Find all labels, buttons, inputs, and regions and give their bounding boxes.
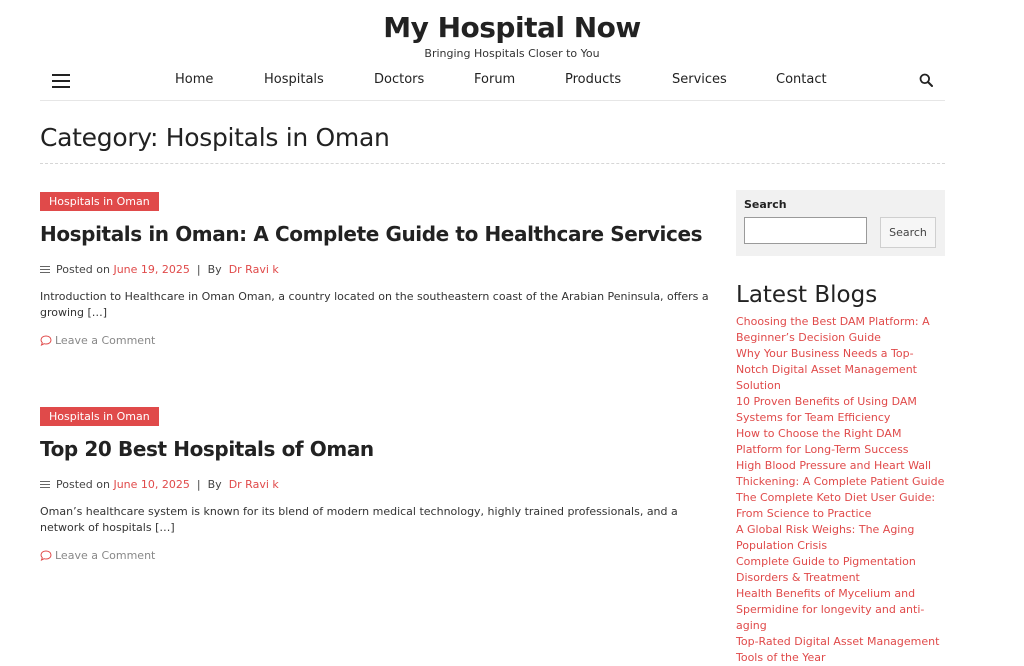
list-item: Choosing the Best DAM Platform: A Beginn… [736, 314, 945, 346]
hamburger-menu-icon[interactable] [52, 74, 70, 88]
leave-comment-link[interactable]: Leave a Comment [40, 549, 720, 562]
meta-separator: | [196, 478, 201, 491]
speech-bubble-icon [40, 335, 52, 346]
post-card: Hospitals in Oman Top 20 Best Hospitals … [40, 405, 720, 562]
blog-link[interactable]: 10 Proven Benefits of Using DAM Systems … [736, 395, 917, 424]
site-title[interactable]: My Hospital Now [0, 11, 1024, 45]
post-excerpt: Introduction to Healthcare in Oman Oman,… [40, 290, 709, 319]
blog-link[interactable]: How to Choose the Right DAM Platform for… [736, 427, 909, 456]
blog-link[interactable]: Top-Rated Digital Asset Management Tools… [736, 635, 939, 664]
list-item: 10 Proven Benefits of Using DAM Systems … [736, 394, 945, 426]
post-excerpt: Oman’s healthcare system is known for it… [40, 505, 678, 534]
category-badge[interactable]: Hospitals in Oman [40, 192, 159, 211]
list-item: How to Choose the Right DAM Platform for… [736, 426, 945, 458]
nav-item-doctors[interactable]: Doctors [374, 72, 424, 87]
search-label: Search [744, 198, 787, 211]
posted-on-label: Posted on [56, 478, 110, 491]
nav-item-hospitals[interactable]: Hospitals [264, 72, 324, 87]
leave-comment-link[interactable]: Leave a Comment [40, 334, 720, 347]
post-meta: Posted on June 19, 2025 | By Dr Ravi k [40, 263, 720, 276]
list-item: Health Benefits of Mycelium and Spermidi… [736, 586, 945, 634]
blog-link[interactable]: High Blood Pressure and Heart Wall Thick… [736, 459, 944, 488]
leave-comment-label: Leave a Comment [55, 549, 156, 562]
list-item: The Complete Keto Diet User Guide: From … [736, 490, 945, 522]
speech-bubble-icon [40, 550, 52, 561]
site-tagline: Bringing Hospitals Closer to You [424, 47, 600, 60]
list-lines-icon [40, 480, 50, 489]
category-title: Category: Hospitals in Oman [40, 123, 945, 164]
list-lines-icon [40, 265, 50, 274]
list-item: Complete Guide to Pigmentation Disorders… [736, 554, 945, 586]
nav-item-forum[interactable]: Forum [474, 72, 515, 87]
list-item: Top-Rated Digital Asset Management Tools… [736, 634, 945, 666]
search-widget: Search Search [736, 190, 945, 256]
main-navigation: Home Hospitals Doctors Forum Products Se… [40, 66, 945, 101]
post-card: Hospitals in Oman Hospitals in Oman: A C… [40, 190, 720, 347]
post-title[interactable]: Top 20 Best Hospitals of Oman [40, 436, 720, 462]
list-item: A Global Risk Weighs: The Aging Populati… [736, 522, 945, 554]
latest-blogs-list: Choosing the Best DAM Platform: A Beginn… [736, 314, 945, 666]
search-input[interactable] [744, 217, 867, 244]
nav-item-contact[interactable]: Contact [776, 72, 827, 87]
by-label: By [207, 478, 222, 491]
list-item: High Blood Pressure and Heart Wall Thick… [736, 458, 945, 490]
blog-link[interactable]: Health Benefits of Mycelium and Spermidi… [736, 587, 924, 632]
post-meta: Posted on June 10, 2025 | By Dr Ravi k [40, 478, 720, 491]
post-date-link[interactable]: June 10, 2025 [113, 478, 189, 491]
meta-separator: | [196, 263, 201, 276]
category-badge[interactable]: Hospitals in Oman [40, 407, 159, 426]
post-date-link[interactable]: June 19, 2025 [113, 263, 189, 276]
search-icon[interactable] [919, 73, 933, 87]
list-item: Why Your Business Needs a Top-Notch Digi… [736, 346, 945, 394]
posted-on-label: Posted on [56, 263, 110, 276]
by-label: By [207, 263, 222, 276]
blog-link[interactable]: Why Your Business Needs a Top-Notch Digi… [736, 347, 917, 392]
blog-link[interactable]: The Complete Keto Diet User Guide: From … [736, 491, 935, 520]
leave-comment-label: Leave a Comment [55, 334, 156, 347]
nav-item-home[interactable]: Home [175, 72, 213, 87]
sidebar: Search Search Latest Blogs Choosing the … [736, 190, 945, 666]
blog-link[interactable]: Choosing the Best DAM Platform: A Beginn… [736, 315, 930, 344]
search-button[interactable]: Search [880, 217, 936, 248]
post-title[interactable]: Hospitals in Oman: A Complete Guide to H… [40, 221, 720, 247]
blog-link[interactable]: Complete Guide to Pigmentation Disorders… [736, 555, 916, 584]
site-header: My Hospital Now Bringing Hospitals Close… [0, 0, 1024, 61]
nav-item-services[interactable]: Services [672, 72, 727, 87]
latest-blogs-title: Latest Blogs [736, 282, 878, 308]
post-author-link[interactable]: Dr Ravi k [229, 478, 279, 491]
nav-item-products[interactable]: Products [565, 72, 621, 87]
post-author-link[interactable]: Dr Ravi k [229, 263, 279, 276]
blog-link[interactable]: A Global Risk Weighs: The Aging Populati… [736, 523, 914, 552]
